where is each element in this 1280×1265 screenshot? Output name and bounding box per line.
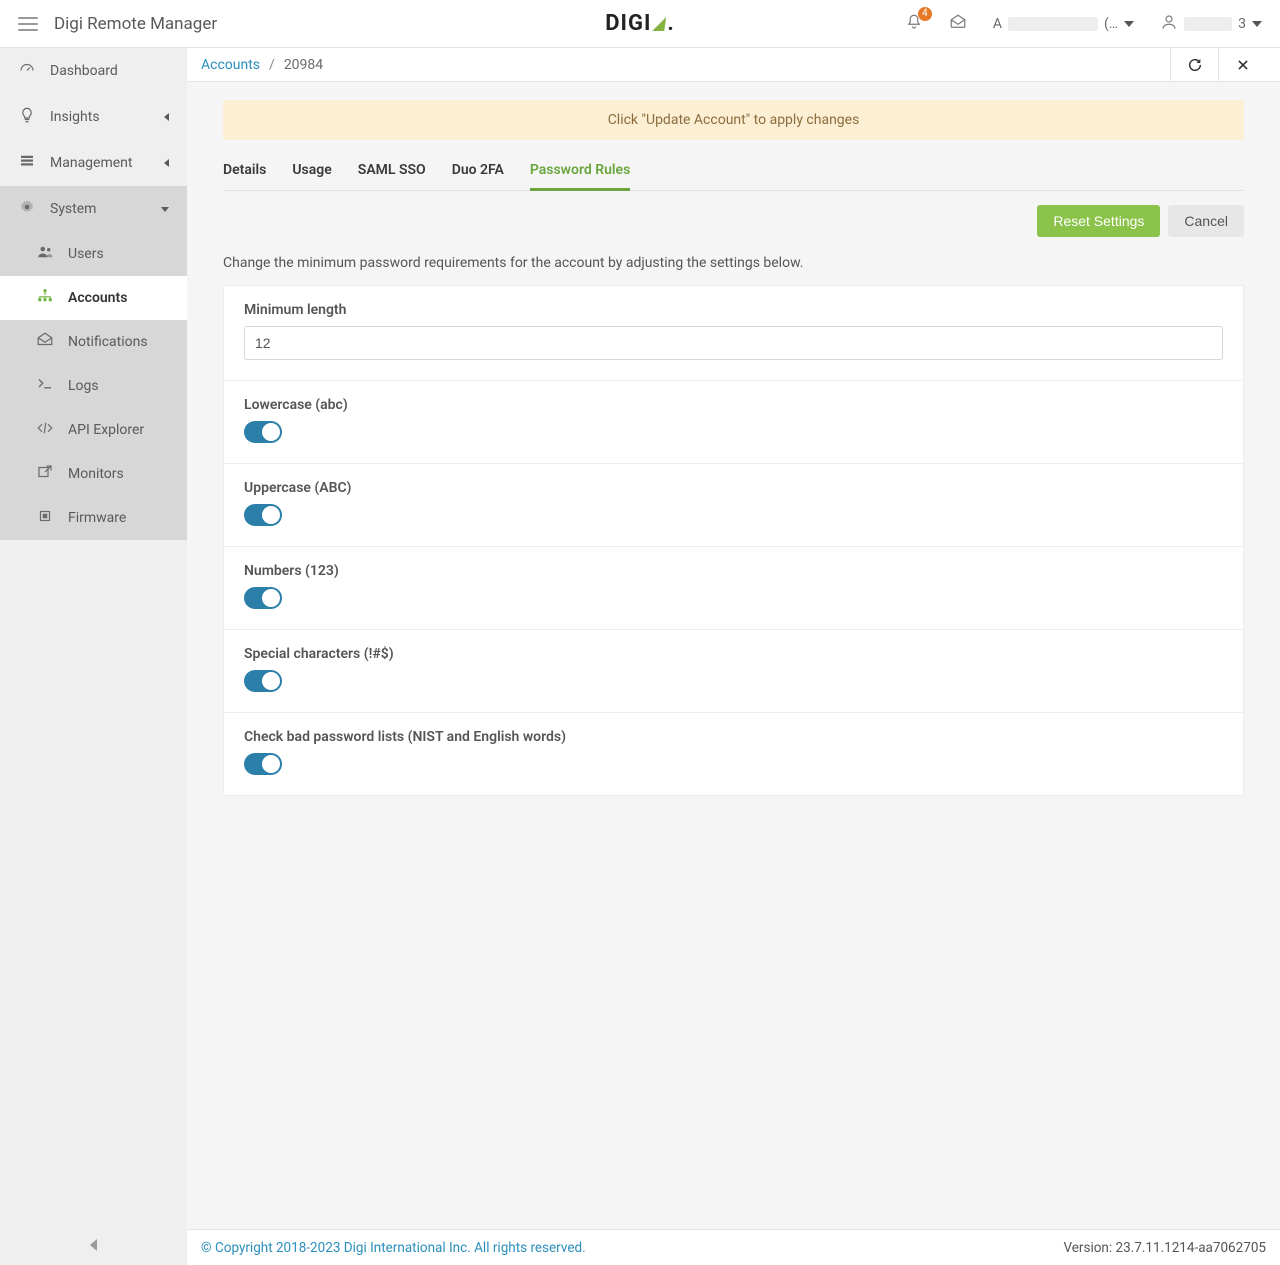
setting-label: Check bad password lists (NIST and Engli…	[244, 729, 1223, 745]
chevron-left-icon	[90, 1239, 97, 1251]
chevron-left-icon	[164, 159, 169, 167]
sidebar-item-label: API Explorer	[68, 422, 144, 438]
main-area: Accounts / 20984 Click "Update Account" …	[187, 48, 1280, 1265]
pending-changes-alert: Click "Update Account" to apply changes	[223, 100, 1244, 140]
setting-uppercase: Uppercase (ABC)	[224, 464, 1243, 547]
setting-lowercase: Lowercase (abc)	[224, 381, 1243, 464]
tab-duo-2fa[interactable]: Duo 2FA	[452, 162, 504, 190]
user-selector[interactable]: 3	[1160, 13, 1262, 35]
terminal-icon	[36, 375, 54, 397]
topbar: Digi Remote Manager DIGI . 4 A (… 3	[0, 0, 1280, 48]
notifications-bell-icon[interactable]: 4	[905, 13, 923, 35]
close-icon	[1236, 58, 1250, 72]
setting-label: Minimum length	[244, 302, 1223, 318]
sidebar-item-label: Logs	[68, 378, 99, 394]
sidebar-item-insights[interactable]: Insights	[0, 94, 187, 140]
notifications-badge: 4	[918, 7, 932, 21]
setting-label: Special characters (!#$)	[244, 646, 1223, 662]
password-rules-card: Minimum length Lowercase (abc) Uppercase…	[223, 285, 1244, 796]
setting-special: Special characters (!#$)	[224, 630, 1243, 713]
sidebar-item-label: System	[50, 201, 96, 217]
cancel-button[interactable]: Cancel	[1168, 205, 1244, 237]
sidebar-collapse-button[interactable]	[0, 1225, 187, 1265]
tab-usage[interactable]: Usage	[292, 162, 331, 190]
sidebar-item-management[interactable]: Management	[0, 140, 187, 186]
bulb-icon	[18, 106, 36, 128]
sidebar-item-label: Firmware	[68, 510, 126, 526]
badlist-toggle[interactable]	[244, 753, 282, 775]
digi-logo: DIGI .	[605, 11, 675, 36]
sidebar-item-label: Management	[50, 155, 132, 171]
gear-icon	[18, 198, 36, 220]
breadcrumb-current: 20984	[284, 57, 323, 73]
setting-label: Lowercase (abc)	[244, 397, 1223, 413]
sidebar-item-dashboard[interactable]: Dashboard	[0, 48, 187, 94]
uppercase-toggle[interactable]	[244, 504, 282, 526]
system-submenu: Users Accounts Notifications Logs API Ex…	[0, 232, 187, 540]
gauge-icon	[18, 60, 36, 82]
footer-version: Version: 23.7.11.1214-aa7062705	[1063, 1240, 1266, 1256]
sidebar-item-users[interactable]: Users	[0, 232, 187, 276]
tab-details[interactable]: Details	[223, 162, 266, 190]
tab-saml-sso[interactable]: SAML SSO	[358, 162, 426, 190]
sidebar-item-label: Users	[68, 246, 104, 262]
external-link-icon	[36, 463, 54, 485]
chip-icon	[36, 507, 54, 529]
setting-min-length: Minimum length	[224, 286, 1243, 381]
sidebar-item-api-explorer[interactable]: API Explorer	[0, 408, 187, 452]
setting-label: Uppercase (ABC)	[244, 480, 1223, 496]
instructions-text: Change the minimum password requirements…	[223, 255, 1244, 271]
close-button[interactable]	[1218, 48, 1266, 81]
sitemap-icon	[36, 287, 54, 309]
account-selector[interactable]: A (…	[993, 16, 1134, 32]
chevron-left-icon	[164, 113, 169, 121]
breadcrumb: Accounts / 20984	[187, 48, 1280, 82]
tab-password-rules[interactable]: Password Rules	[530, 162, 630, 191]
footer-copyright[interactable]: © Copyright 2018-2023 Digi International…	[201, 1240, 586, 1256]
sidebar-item-label: Monitors	[68, 466, 124, 482]
reset-settings-button[interactable]: Reset Settings	[1037, 205, 1160, 237]
stack-icon	[18, 152, 36, 174]
account-name-masked	[1008, 17, 1098, 31]
users-icon	[36, 243, 54, 265]
sidebar-item-notifications[interactable]: Notifications	[0, 320, 187, 364]
min-length-input[interactable]	[244, 326, 1223, 360]
sidebar: Dashboard Insights Management System	[0, 48, 187, 1265]
setting-badlist: Check bad password lists (NIST and Engli…	[224, 713, 1243, 795]
caret-down-icon	[1124, 21, 1134, 27]
setting-numbers: Numbers (123)	[224, 547, 1243, 630]
user-icon	[1160, 13, 1178, 35]
app-title: Digi Remote Manager	[54, 14, 217, 34]
setting-label: Numbers (123)	[244, 563, 1223, 579]
caret-down-icon	[1252, 21, 1262, 27]
sidebar-item-label: Accounts	[68, 290, 127, 306]
messages-envelope-icon[interactable]	[949, 13, 967, 35]
lowercase-toggle[interactable]	[244, 421, 282, 443]
account-tabs: Details Usage SAML SSO Duo 2FA Password …	[223, 162, 1244, 191]
sidebar-item-label: Notifications	[68, 334, 148, 350]
chevron-down-icon	[161, 207, 169, 212]
logo-triangle-icon	[652, 17, 666, 31]
code-icon	[36, 419, 54, 441]
sidebar-item-monitors[interactable]: Monitors	[0, 452, 187, 496]
sidebar-item-system[interactable]: System	[0, 186, 187, 232]
refresh-icon	[1187, 57, 1203, 73]
special-chars-toggle[interactable]	[244, 670, 282, 692]
hamburger-menu-icon[interactable]	[18, 14, 38, 34]
sidebar-item-label: Insights	[50, 109, 100, 125]
breadcrumb-root-link[interactable]: Accounts	[201, 57, 260, 73]
refresh-button[interactable]	[1170, 48, 1218, 81]
envelope-icon	[36, 331, 54, 353]
page-footer: © Copyright 2018-2023 Digi International…	[187, 1229, 1280, 1265]
user-name-masked	[1184, 17, 1232, 31]
sidebar-item-accounts[interactable]: Accounts	[0, 276, 187, 320]
sidebar-item-label: Dashboard	[50, 63, 118, 79]
numbers-toggle[interactable]	[244, 587, 282, 609]
sidebar-item-firmware[interactable]: Firmware	[0, 496, 187, 540]
sidebar-item-logs[interactable]: Logs	[0, 364, 187, 408]
